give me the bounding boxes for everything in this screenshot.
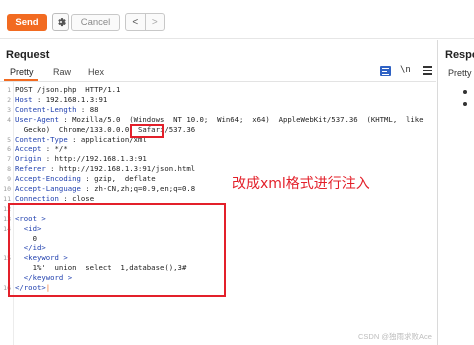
- line-code: Content-Length : 88: [15, 105, 98, 115]
- response-panel-title: Respo: [445, 49, 474, 61]
- code-text: : 88: [76, 104, 99, 114]
- line-number: 1: [7, 86, 11, 94]
- cancel-button[interactable]: Cancel: [71, 14, 120, 31]
- line-number: 6: [7, 145, 11, 154]
- toolbar: Send Cancel < >: [0, 0, 474, 40]
- response-panel: Respo Pretty: [437, 40, 474, 345]
- line-number: 5: [7, 135, 11, 144]
- editor-line: 8 Referer : http://192.168.1.3:91/json.ht…: [0, 164, 436, 174]
- header-name: Accept: [15, 144, 42, 154]
- editor-line: 6 Accept : */*: [0, 144, 436, 154]
- code-text: : Mozilla/5.0 (Windows NT 10.0; Win64; x…: [58, 114, 424, 124]
- editor-line: 3 Content-Length : 88: [0, 105, 436, 115]
- show-newlines-toggle[interactable]: \n: [400, 65, 411, 75]
- bullet-icon: [463, 90, 467, 94]
- line-number: 7: [7, 155, 11, 164]
- tab-pretty[interactable]: Pretty: [10, 67, 34, 77]
- menu-icon[interactable]: [423, 66, 432, 75]
- code-text: : gzip, deflate: [80, 174, 156, 184]
- line-number: 3: [7, 105, 11, 114]
- annotation-box-xml-body: [8, 203, 226, 297]
- line-code: Origin : http://192.168.1.3:91: [15, 154, 147, 164]
- code-text: POST /json.php HTTP/1.1: [15, 85, 121, 94]
- line-number: 8: [7, 165, 11, 174]
- header-name: User-Agent: [15, 114, 59, 124]
- line-code: Gecko) Chrome/133.0.0.0 Safari/537.36: [15, 125, 195, 135]
- chevron-right-icon[interactable]: >: [144, 14, 165, 30]
- line-code: POST /json.php HTTP/1.1: [15, 85, 120, 95]
- bullet-icon: [463, 102, 467, 106]
- send-button[interactable]: Send: [7, 14, 47, 31]
- chevron-left-icon[interactable]: <: [126, 14, 145, 30]
- line-number: 2: [7, 95, 11, 104]
- response-tab-pretty[interactable]: Pretty: [448, 68, 472, 78]
- annotation-note: 改成xml格式进行注入: [232, 176, 370, 192]
- request-panel-title: Request: [6, 49, 50, 61]
- editor-line: 9 Accept-Encoding : gzip, deflate: [0, 174, 436, 184]
- editor-line: 7 Origin : http://192.168.1.3:91: [0, 154, 436, 164]
- editor-line: 4 User-Agent : Mozilla/5.0 (Windows NT 10…: [0, 115, 436, 125]
- line-code: Host : 192.168.1.3:91: [15, 95, 107, 105]
- code-text: : */*: [41, 144, 68, 154]
- tab-hex[interactable]: Hex: [88, 67, 104, 77]
- header-name: Accept-Language: [15, 184, 81, 193]
- editor-line: 5 Content-Type : application/xml: [0, 135, 436, 145]
- line-code: Accept-Language : zh-CN,zh;q=0.9,en;q=0.…: [15, 184, 195, 194]
- annotation-box-content-type: [130, 124, 164, 138]
- code-text: : http://192.168.1.3:91: [41, 154, 147, 164]
- header-name: Referer: [15, 164, 46, 174]
- gear-icon: [57, 18, 66, 27]
- watermark: CSDN @独雨求败Ace: [358, 332, 432, 341]
- editor-line: 10 Accept-Language : zh-CN,zh;q=0.9,en;q=…: [0, 184, 436, 194]
- editor-line: 2 Host : 192.168.1.3:91: [0, 95, 436, 105]
- line-code: Accept-Encoding : gzip, deflate: [15, 174, 156, 184]
- header-name: Content-Type: [15, 134, 68, 144]
- history-nav: < >: [125, 13, 165, 31]
- editor-line: Gecko) Chrome/133.0.0.0 Safari/537.36: [0, 125, 436, 135]
- line-code: Referer : http://192.168.1.3:91/json.htm…: [15, 164, 195, 174]
- settings-button[interactable]: [52, 13, 69, 31]
- header-name: Host: [15, 94, 33, 104]
- line-code: Content-Type : application/xml: [15, 135, 147, 145]
- line-number: 10: [3, 185, 11, 193]
- line-number: 9: [7, 175, 11, 184]
- word-wrap-icon[interactable]: [380, 66, 391, 76]
- code-text: : 192.168.1.3:91: [32, 94, 108, 104]
- toolbar-divider: [0, 38, 474, 39]
- editor-line: 1 POST /json.php HTTP/1.1: [0, 85, 436, 95]
- header-name: Content-Length: [15, 104, 77, 114]
- header-name: Accept-Encoding: [15, 174, 81, 184]
- code-text: : http://192.168.1.3:91/json.html: [45, 164, 196, 174]
- line-code: User-Agent : Mozilla/5.0 (Windows NT 10.…: [15, 115, 424, 125]
- line-code: Accept : */*: [15, 144, 68, 154]
- code-text: : zh-CN,zh;q=0.9,en;q=0.8: [80, 184, 196, 193]
- code-text: : close: [58, 193, 95, 203]
- header-name: Connection: [15, 193, 59, 203]
- line-number: 4: [7, 115, 11, 124]
- header-name: Origin: [15, 154, 42, 164]
- code-text: Gecko) Chrome/133.0.0.0 Safari/537.36: [15, 124, 196, 134]
- tab-raw[interactable]: Raw: [53, 67, 71, 77]
